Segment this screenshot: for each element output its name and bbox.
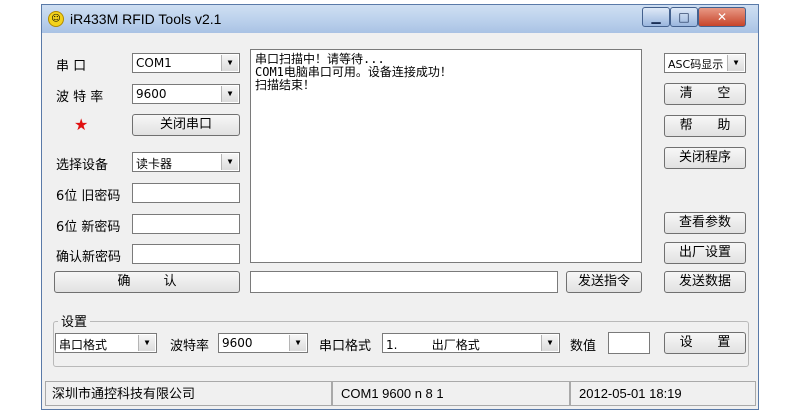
log-line: 扫描结束！ [255,78,316,92]
port-value: COM1 [136,56,172,70]
star-icon: ★ [74,115,89,134]
window-title: iR433M RFID Tools v2.1 [70,11,222,27]
settings-baud-label: 波特率 [170,339,210,354]
minimize-button[interactable]: ▁ [642,7,670,27]
device-select[interactable]: 读卡器 ▼ [132,152,240,172]
close-port-button[interactable]: 关闭串口 [132,114,240,136]
chevron-down-icon[interactable]: ▼ [221,55,238,71]
help-button[interactable]: 帮 助 [664,115,746,137]
log-output[interactable]: 串口扫描中！请等待... COM1电脑串口可用。设备连接成功！ 扫描结束！ [250,49,642,263]
format-value: 1. 出厂格式 [386,338,480,352]
baud-value: 9600 [136,87,167,101]
port-format-value: 串口格式 [59,338,108,352]
old-password-label: 6位 旧密码 [56,189,121,204]
status-port-info: COM1 9600 n 8 1 [332,381,570,406]
port-label: 串 口 [56,59,87,74]
device-label: 选择设备 [56,158,109,173]
view-params-button[interactable]: 查看参数 [664,212,746,234]
format-select[interactable]: 1. 出厂格式 ▼ [382,333,560,353]
confirm-button[interactable]: 确 认 [54,271,240,293]
confirm-password-field[interactable] [132,244,240,264]
status-datetime: 2012-05-01 18:19 [570,381,756,406]
send-command-button[interactable]: 发送指令 [566,271,642,293]
baud-select[interactable]: 9600 ▼ [132,84,240,104]
new-password-label: 6位 新密码 [56,220,121,235]
number-field[interactable] [608,332,650,354]
title-bar[interactable]: ☺ iR433M RFID Tools v2.1 ▁ □ ✕ [42,5,758,33]
command-input[interactable] [250,271,558,293]
chevron-down-icon[interactable]: ▼ [221,154,238,170]
status-company: 深圳市通控科技有限公司 [45,381,332,406]
format-label: 串口格式 [319,339,372,354]
close-button[interactable]: ✕ [698,7,746,27]
chevron-down-icon[interactable]: ▼ [221,86,238,102]
factory-settings-button[interactable]: 出厂设置 [664,242,746,264]
smiley-icon: ☺ [48,11,64,27]
settings-baud-value: 9600 [222,336,253,350]
chevron-down-icon[interactable]: ▼ [138,335,155,351]
baud-label: 波 特 率 [56,90,104,105]
exit-program-button[interactable]: 关闭程序 [664,147,746,169]
display-mode-select[interactable]: ASC码显示 ▼ [664,53,746,73]
clear-button[interactable]: 清 空 [664,83,746,105]
display-mode-value: ASC码显示 [668,58,724,71]
app-window: ☺ iR433M RFID Tools v2.1 ▁ □ ✕ 串 口 COM1 … [41,4,759,410]
send-data-button[interactable]: 发送数据 [664,271,746,293]
chevron-down-icon[interactable]: ▼ [289,335,306,351]
old-password-field[interactable] [132,183,240,203]
chevron-down-icon[interactable]: ▼ [541,335,558,351]
chevron-down-icon[interactable]: ▼ [727,55,744,71]
new-password-field[interactable] [132,214,240,234]
number-label: 数值 [570,339,597,354]
confirm-password-label: 确认新密码 [56,250,122,265]
port-format-select[interactable]: 串口格式 ▼ [55,333,157,353]
settings-baud-select[interactable]: 9600 ▼ [218,333,308,353]
maximize-button[interactable]: □ [670,7,698,27]
set-button[interactable]: 设 置 [664,332,746,354]
port-select[interactable]: COM1 ▼ [132,53,240,73]
settings-title: 设置 [58,311,91,330]
device-value: 读卡器 [136,157,173,171]
